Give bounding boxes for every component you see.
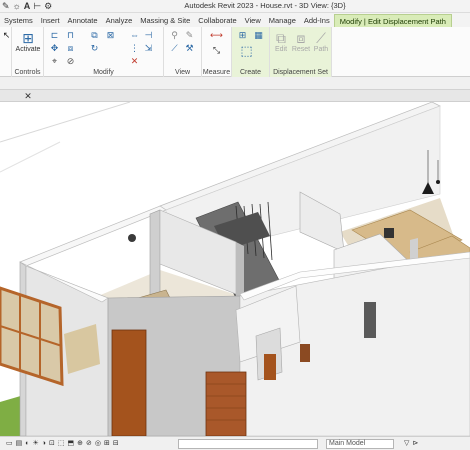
path-button[interactable]: ⟋ Path xyxy=(310,30,332,53)
window-title: Autodesk Revit 2023 - House.rvt - 3D Vie… xyxy=(184,1,346,10)
highlight-displacement-icon[interactable]: ⊟ xyxy=(113,439,119,449)
show-crop-icon[interactable]: ⬒ xyxy=(68,439,75,449)
render-icon[interactable]: ⊡ xyxy=(49,439,55,449)
tab-analyze[interactable]: Analyze xyxy=(102,14,137,27)
interior-door xyxy=(264,354,276,380)
tab-annotate[interactable]: Annotate xyxy=(64,14,102,27)
panel-label-controls: Controls xyxy=(14,69,41,76)
split-icon[interactable]: ⇔ xyxy=(128,30,141,41)
reset-displacement-icon: ⧈ xyxy=(296,30,306,46)
tab-view[interactable]: View xyxy=(241,14,265,27)
ribbon-tabs: Systems Insert Annotate Analyze Massing & Si… xyxy=(0,13,470,27)
view-tab-bar: ✕ xyxy=(0,90,470,102)
temporary-hide-icon[interactable]: ⊘ xyxy=(86,439,92,449)
activate-button[interactable]: ⊞ Activate xyxy=(14,30,42,53)
panel-modify: ⊏ ⊓ ⧉ ⊠ ⇔ ⊣ ✥ ⧈ ↻ ⋮ ⇲ ⌖ ⊘ ✕ Modify xyxy=(44,27,164,77)
wall-lamp xyxy=(128,234,136,242)
edit-button[interactable]: ⧉ Edit xyxy=(270,30,292,53)
tab-modify-edit-displacement-path[interactable]: Modify | Edit Displacement Path xyxy=(333,14,452,27)
tab-add-ins[interactable]: Add-Ins xyxy=(300,14,334,27)
panel-view: ⚲ ✎ ⟋ ⚒ View xyxy=(164,27,202,77)
offset-icon[interactable]: ⊓ xyxy=(64,30,77,41)
status-right-icons: ▽ ⊳ xyxy=(404,439,418,449)
zoom-box[interactable] xyxy=(178,439,318,449)
panel-controls: ⊞ Activate Controls xyxy=(12,27,44,77)
worksharing-icon[interactable]: ⊞ xyxy=(104,439,110,449)
filter-icon[interactable]: ▽ xyxy=(404,439,409,449)
edit-displacement-icon: ⧉ xyxy=(276,30,286,46)
front-door xyxy=(111,329,147,436)
create-assembly-icon[interactable]: ⬚ xyxy=(240,44,253,57)
panel-displacement-set: ⧉ Edit ⧈ Reset ⟋ Path Displacement Set xyxy=(270,27,332,77)
detail-level-icon[interactable]: ▤ xyxy=(16,439,23,449)
scale-icon[interactable]: ⇲ xyxy=(142,43,155,54)
visual-style-icon[interactable]: ◐ xyxy=(25,439,29,449)
tab-massing-site[interactable]: Massing & Site xyxy=(136,14,194,27)
tab-insert[interactable]: Insert xyxy=(37,14,64,27)
paint-icon[interactable]: ⚒ xyxy=(183,43,196,54)
move-icon[interactable]: ✥ xyxy=(48,43,61,54)
panel-label-measure: Measure xyxy=(202,69,231,76)
bath-window xyxy=(300,344,310,362)
panel-label-modify: Modify xyxy=(93,69,114,76)
sun-path-icon[interactable]: ☀ xyxy=(32,439,38,449)
interior-door-2 xyxy=(364,302,376,338)
panel-create: ⊞ ▦ ⬚ Create xyxy=(232,27,270,77)
3d-viewport[interactable] xyxy=(0,102,470,436)
options-bar xyxy=(0,77,470,90)
copy-icon[interactable]: ⧈ xyxy=(64,43,77,54)
rotate-icon[interactable]: ↻ xyxy=(88,43,101,54)
panel-select: ↖ xyxy=(0,27,12,77)
reset-button[interactable]: ⧈ Reset xyxy=(290,30,312,53)
panel-label-create: Create xyxy=(239,69,261,76)
array-icon[interactable]: ⋮ xyxy=(128,43,141,54)
align-icon[interactable]: ⊏ xyxy=(48,30,61,41)
tab-collaborate[interactable]: Collaborate xyxy=(194,14,240,27)
view-control-bar: ▭ ▤ ◐ ☀ ◑ ⊡ ⬚ ⬒ ⊕ ⊘ ◎ ⊞ ⊟ xyxy=(6,439,119,449)
left-wall-top xyxy=(19,205,167,267)
mirror-pick-icon[interactable]: ⧉ xyxy=(88,30,101,41)
close-view-icon[interactable]: ✕ xyxy=(22,90,34,102)
tab-systems[interactable]: Systems xyxy=(0,14,37,27)
aligned-dimension-icon[interactable]: ⤡ xyxy=(210,45,223,56)
garage-door xyxy=(205,371,247,436)
tab-manage[interactable]: Manage xyxy=(265,14,300,27)
main-model-selector[interactable]: Main Model xyxy=(326,439,394,449)
title-bar: ✎ ☼ A ⊢ ⚙ Autodesk Revit 2023 - House.rv… xyxy=(0,0,470,13)
create-parts-icon[interactable]: ⊞ xyxy=(236,30,249,41)
create-group-icon[interactable]: ▦ xyxy=(252,30,265,41)
measure-between-icon[interactable]: ⟷ xyxy=(210,30,223,41)
mirror-draw-icon[interactable]: ⊠ xyxy=(104,30,117,41)
status-bar: ▭ ▤ ◐ ☀ ◑ ⊡ ⬚ ⬒ ⊕ ⊘ ◎ ⊞ ⊟ Main Model ▽ ⊳ xyxy=(0,436,470,450)
crop-view-icon[interactable]: ⬚ xyxy=(58,439,65,449)
scale-icon[interactable]: ▭ xyxy=(6,439,13,449)
hide-element-icon[interactable]: ⚲ xyxy=(168,30,181,41)
override-graphics-icon[interactable]: ✎ xyxy=(183,30,196,41)
panel-measure: ⟷ ⤡ Measure xyxy=(202,27,232,77)
select-links-icon[interactable]: ⊳ xyxy=(412,439,418,449)
dining-chair xyxy=(384,228,394,238)
panel-label-view: View xyxy=(174,69,191,76)
house-3d-model xyxy=(0,102,470,436)
linework-icon[interactable]: ⟋ xyxy=(168,43,181,54)
unpin-icon[interactable]: ⊘ xyxy=(64,56,77,67)
shadows-icon[interactable]: ◑ xyxy=(42,439,46,449)
ribbon: ↖ ⊞ Activate Controls ⊏ ⊓ ⧉ ⊠ ⇔ ⊣ ✥ ⧈ ↻ … xyxy=(0,27,470,77)
delete-icon[interactable]: ✕ xyxy=(128,56,141,67)
unlock-3d-icon[interactable]: ⊕ xyxy=(77,439,83,449)
path-icon: ⟋ xyxy=(316,30,326,46)
reveal-hidden-icon[interactable]: ◎ xyxy=(95,439,101,449)
panel-label-displacement-set: Displacement Set xyxy=(273,69,328,76)
pin-icon[interactable]: ⌖ xyxy=(48,56,61,67)
activate-icon: ⊞ xyxy=(22,30,34,46)
trim-icon[interactable]: ⊣ xyxy=(142,30,155,41)
